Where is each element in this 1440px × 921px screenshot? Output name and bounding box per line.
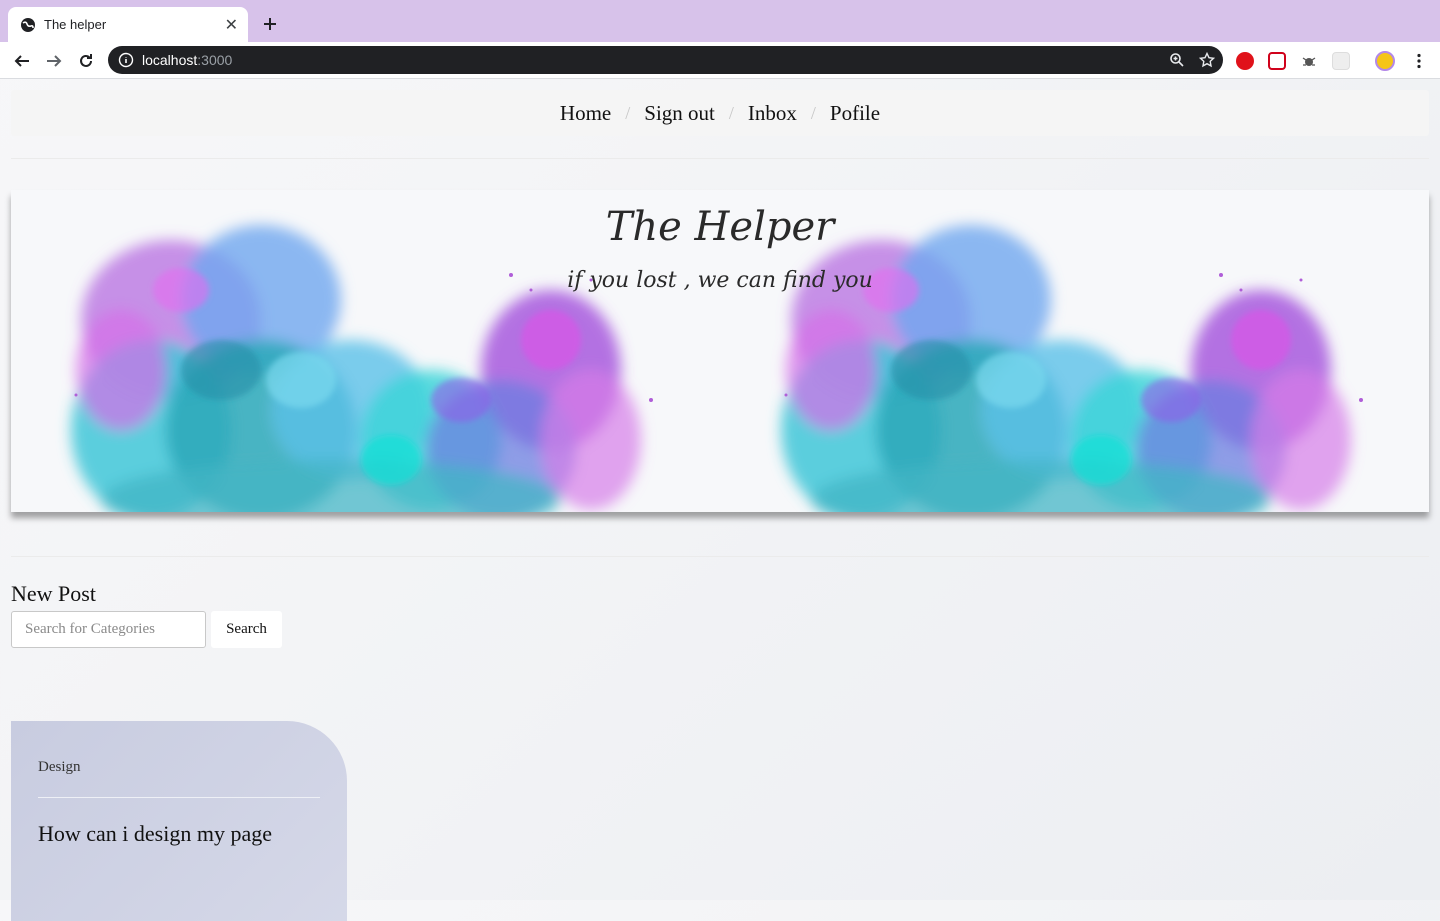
breadcrumb-nav: Home / Sign out / Inbox / Pofile [11, 90, 1429, 136]
nav-separator: / [810, 102, 816, 123]
nav-sign-out[interactable]: Sign out [644, 101, 715, 126]
opera-extension-icon[interactable] [1236, 52, 1254, 70]
reload-icon [80, 54, 92, 67]
arrow-left-icon [14, 55, 29, 67]
arrow-right-icon [47, 55, 62, 67]
site-title: The Helper [605, 204, 835, 250]
zoom-icon[interactable] [1169, 52, 1185, 68]
tab-title: The helper [44, 17, 107, 32]
hero-banner: The Helper if you lost , we can find you [11, 190, 1429, 512]
site-tagline: if you lost , we can find you [567, 268, 873, 293]
browser-tab[interactable]: The helper ✕ [8, 7, 248, 42]
browser-toolbar: localhost:3000 [0, 42, 1440, 79]
url-host: localhost [142, 52, 198, 68]
nav-separator: / [625, 102, 631, 123]
browser-tab-strip: The helper ✕ [0, 0, 1440, 42]
post-card[interactable]: Design How can i design my page [11, 721, 347, 921]
video-extension-icon[interactable] [1268, 52, 1286, 70]
back-button[interactable] [10, 49, 34, 73]
nav-inbox[interactable]: Inbox [748, 101, 797, 126]
url-port: :3000 [197, 52, 233, 68]
card-divider [38, 797, 320, 798]
new-tab-button[interactable] [258, 12, 282, 36]
avatar[interactable] [1375, 51, 1395, 71]
forward-button[interactable] [42, 49, 66, 73]
plus-icon [264, 18, 276, 30]
close-tab-icon[interactable]: ✕ [225, 15, 238, 35]
extension-icon[interactable] [1332, 52, 1350, 70]
nav-separator: / [728, 102, 734, 123]
search-button[interactable]: Search [211, 611, 282, 648]
divider [11, 556, 1429, 557]
post-title[interactable]: How can i design my page [38, 821, 272, 847]
star-icon[interactable] [1199, 52, 1215, 68]
bug-extension-icon[interactable] [1300, 52, 1318, 70]
globe-icon [20, 17, 36, 33]
nav-home[interactable]: Home [560, 101, 611, 126]
reload-button[interactable] [74, 49, 98, 73]
divider [11, 158, 1429, 159]
category-search-input[interactable] [11, 611, 206, 648]
menu-button[interactable] [1407, 49, 1431, 73]
nav-profile[interactable]: Pofile [830, 101, 880, 126]
new-post-heading: New Post [11, 581, 96, 606]
post-category: Design [38, 759, 81, 775]
address-bar[interactable]: localhost:3000 [108, 46, 1223, 74]
kebab-menu-icon [1417, 53, 1421, 69]
info-icon[interactable] [118, 52, 134, 68]
